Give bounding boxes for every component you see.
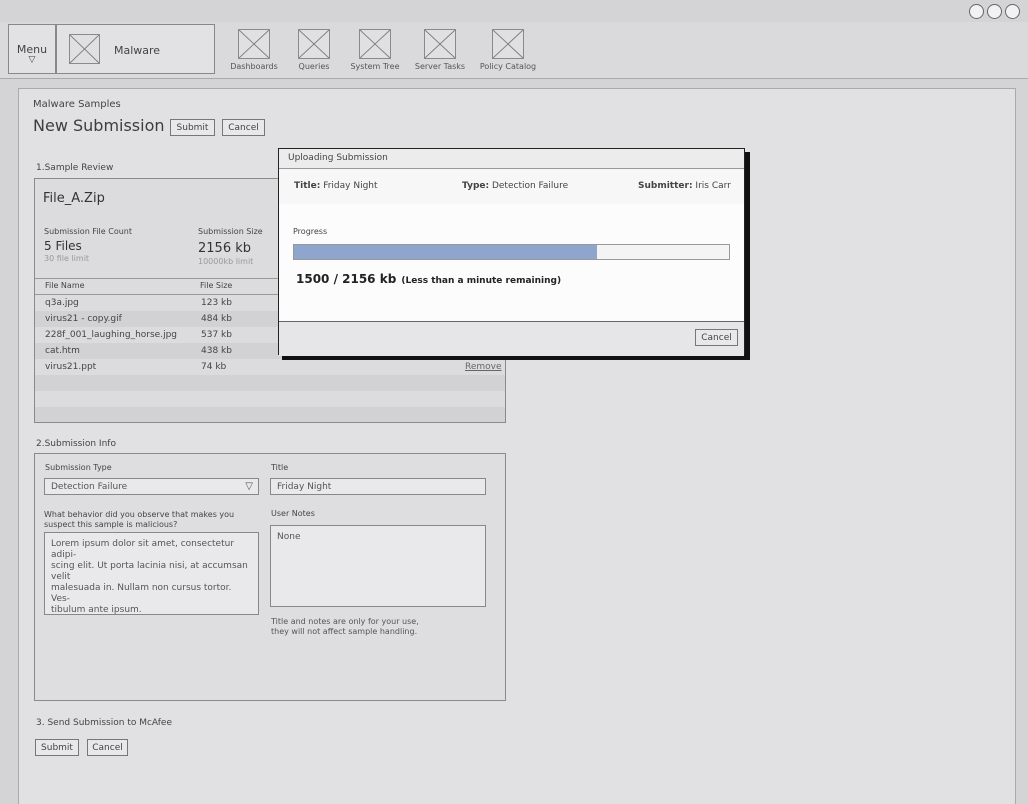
- file-size: 537 kb: [201, 330, 232, 340]
- brand-area: Malware: [56, 24, 215, 74]
- window-circle-icon[interactable]: [969, 4, 984, 19]
- behavior-question-line: What behavior did you observe that makes…: [44, 510, 235, 519]
- progress-bar-fill: [294, 245, 597, 259]
- table-row: virus21.ppt 74 kb Remove: [35, 359, 505, 375]
- column-header: File Size: [200, 281, 233, 290]
- placeholder-image-icon: [238, 29, 270, 59]
- meta-type: Type: Detection Failure: [462, 181, 568, 191]
- dialog-footer: Cancel: [279, 321, 744, 356]
- nav-item-label: Policy Catalog: [479, 62, 537, 71]
- nav-item-label: Server Tasks: [414, 62, 466, 71]
- window-circle-icon[interactable]: [1005, 4, 1020, 19]
- dialog-title: Uploading Submission: [288, 153, 388, 163]
- submission-type-label: Submission Type: [45, 463, 112, 472]
- submission-type-value: Detection Failure: [51, 482, 128, 492]
- meta-submitter: Submitter: Iris Carr: [638, 181, 731, 191]
- submission-size-value: 2156 kb: [198, 241, 251, 256]
- dialog-body: Progress 1500 / 2156 kb (Less than a min…: [279, 204, 744, 321]
- file-size: 438 kb: [201, 346, 232, 356]
- submit-button[interactable]: Submit: [170, 119, 215, 136]
- file-name: virus21 - copy.gif: [45, 314, 122, 324]
- file-name: q3a.jpg: [45, 298, 79, 308]
- meta-type-label: Type:: [462, 181, 490, 191]
- file-count-label: Submission File Count: [44, 227, 132, 236]
- page-title: New Submission: [33, 116, 165, 135]
- meta-title-label: Title:: [294, 181, 321, 191]
- behavior-question: What behavior did you observe that makes…: [44, 510, 234, 530]
- placeholder-image-icon: [424, 29, 456, 59]
- progress-status: 1500 / 2156 kb (Less than a minute remai…: [296, 268, 561, 287]
- file-name: 228f_001_laughing_horse.jpg: [45, 330, 178, 340]
- nav-item-queries[interactable]: Queries: [279, 29, 349, 71]
- table-row-empty: [35, 391, 505, 407]
- nav-item-server-tasks[interactable]: Server Tasks: [405, 29, 475, 71]
- title-input[interactable]: Friday Night: [270, 478, 486, 495]
- file-count-value: 5 Files: [44, 239, 82, 253]
- user-notes-value: None: [277, 532, 301, 542]
- submission-size-label: Submission Size: [198, 227, 263, 236]
- brand-label: Malware: [114, 44, 161, 57]
- behavior-question-line: suspect this sample is malicious?: [44, 520, 178, 529]
- window-controls: [969, 4, 1020, 19]
- dialog-meta: Title: Friday Night Type: Detection Fail…: [279, 168, 744, 205]
- section-heading: 2.Submission Info: [36, 439, 116, 449]
- meta-title: Title: Friday Night: [294, 181, 378, 191]
- file-size: 484 kb: [201, 314, 232, 324]
- title-input-value: Friday Night: [277, 482, 332, 492]
- user-notes-label: User Notes: [271, 509, 315, 518]
- nav-item-label: System Tree: [350, 62, 400, 71]
- section-heading: 3. Send Submission to McAfee: [36, 718, 173, 728]
- file-size: 123 kb: [201, 298, 232, 308]
- progress-text: 1500 / 2156 kb: [296, 272, 397, 286]
- chevron-down-icon: ▽: [245, 481, 253, 492]
- placeholder-image-icon: [492, 29, 524, 59]
- behavior-text-line: Lorem ipsum dolor sit amet, consectetur …: [51, 539, 235, 560]
- submission-size-limit: 10000kb limit: [198, 257, 254, 266]
- meta-submitter-label: Submitter:: [638, 181, 693, 191]
- dialog-header: Uploading Submission: [279, 149, 744, 169]
- cancel-button[interactable]: Cancel: [87, 739, 128, 756]
- submission-info-panel: Submission Type Detection Failure ▽ Titl…: [34, 453, 506, 701]
- behavior-text-line: scing elit. Ut porta lacinia nisi, at ac…: [51, 561, 248, 582]
- progress-bar: [293, 244, 730, 260]
- placeholder-image-icon: [69, 34, 100, 64]
- nav-item-label: Queries: [298, 62, 330, 71]
- user-notes-textarea[interactable]: None: [270, 525, 486, 607]
- meta-type-value: Detection Failure: [491, 181, 569, 191]
- file-name: cat.htm: [45, 346, 80, 356]
- title-label: Title: [271, 463, 289, 472]
- progress-remaining: (Less than a minute remaining): [401, 276, 562, 286]
- submission-type-select[interactable]: Detection Failure ▽: [44, 478, 259, 495]
- behavior-text-line: malesuada in. Nullam non cursus tortor. …: [51, 583, 232, 604]
- behavior-text-line: tibulum ante ipsum.: [51, 605, 142, 615]
- placeholder-image-icon: [359, 29, 391, 59]
- chevron-down-icon: ▽: [28, 55, 36, 65]
- section-heading: 1.Sample Review: [36, 163, 114, 173]
- cancel-upload-button[interactable]: Cancel: [695, 329, 738, 346]
- table-row-empty: [35, 407, 505, 422]
- breadcrumb: Malware Samples: [33, 99, 121, 110]
- menu-button[interactable]: Menu ▽: [8, 24, 56, 74]
- notes-hint-line: they will not affect sample handling.: [271, 627, 418, 636]
- cancel-button[interactable]: Cancel: [222, 119, 265, 136]
- file-name: virus21.ppt: [45, 362, 97, 372]
- column-header: File Name: [45, 281, 85, 290]
- submit-button[interactable]: Submit: [35, 739, 79, 756]
- table-row-empty: [35, 375, 505, 391]
- progress-label: Progress: [293, 227, 328, 236]
- notes-hint: Title and notes are only for your use, t…: [271, 617, 419, 637]
- nav-item-system-tree[interactable]: System Tree: [340, 29, 410, 71]
- window-circle-icon[interactable]: [987, 4, 1002, 19]
- archive-name: File_A.Zip: [43, 191, 105, 206]
- file-size: 74 kb: [201, 362, 227, 372]
- behavior-textarea[interactable]: Lorem ipsum dolor sit amet, consectetur …: [44, 532, 259, 615]
- notes-hint-line: Title and notes are only for your use,: [271, 617, 419, 626]
- placeholder-image-icon: [298, 29, 330, 59]
- meta-title-value: Friday Night: [323, 181, 378, 191]
- upload-dialog: Uploading Submission Title: Friday Night…: [278, 148, 745, 356]
- remove-link[interactable]: Remove: [465, 359, 502, 375]
- nav-item-policy-catalog[interactable]: Policy Catalog: [473, 29, 543, 71]
- file-count-limit: 30 file limit: [44, 254, 90, 263]
- meta-submitter-value: Iris Carr: [695, 181, 731, 191]
